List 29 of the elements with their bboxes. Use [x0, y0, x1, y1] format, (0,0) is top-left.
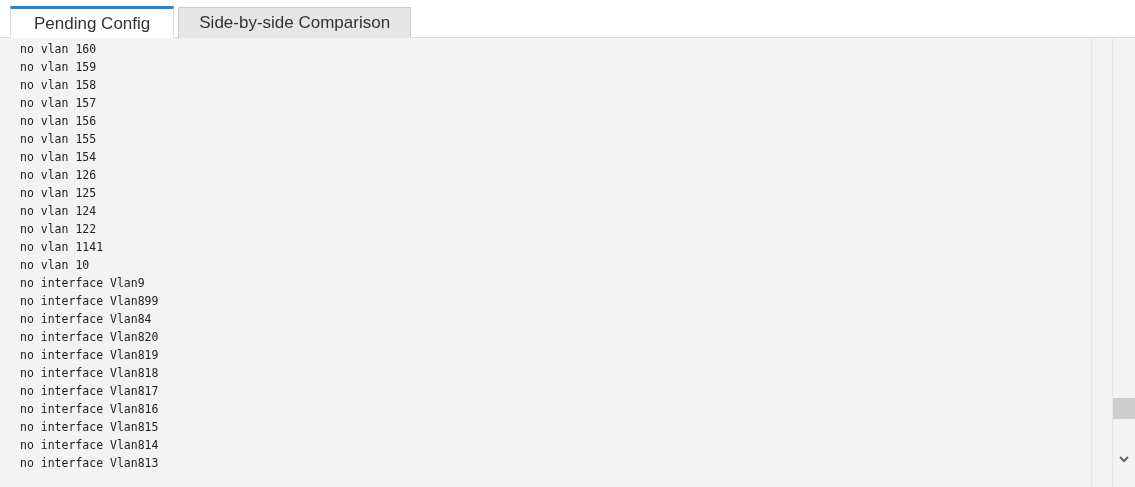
scrollbar-thumb[interactable] — [1113, 398, 1135, 419]
config-line: no vlan 10 — [20, 257, 91, 274]
config-line: no vlan 1141 — [20, 239, 105, 256]
config-line: no vlan 156 — [20, 113, 98, 130]
config-line: no vlan 160 — [20, 41, 98, 58]
scrollbar[interactable] — [1112, 38, 1135, 487]
config-line: no vlan 158 — [20, 77, 98, 94]
config-line: no interface Vlan818 — [20, 365, 160, 382]
config-line: no vlan 157 — [20, 95, 98, 112]
config-line: no vlan 126 — [20, 167, 98, 184]
tab[interactable]: Side-by-side Comparison — [178, 7, 412, 38]
config-line: no interface Vlan820 — [20, 329, 160, 346]
config-line: no interface Vlan84 — [20, 311, 153, 328]
tab[interactable]: Pending Config — [10, 6, 175, 38]
chevron-down-icon[interactable] — [1119, 456, 1129, 463]
config-line: no interface Vlan817 — [20, 383, 160, 400]
config-line: no interface Vlan899 — [20, 293, 160, 310]
config-line: no vlan 125 — [20, 185, 98, 202]
config-line: no vlan 124 — [20, 203, 98, 220]
config-line: no vlan 122 — [20, 221, 98, 238]
config-line: no interface Vlan813 — [20, 455, 160, 472]
config-line: no interface Vlan9 — [20, 275, 146, 292]
config-line: no interface Vlan815 — [20, 419, 160, 436]
config-line: no interface Vlan819 — [20, 347, 160, 364]
config-line: no vlan 154 — [20, 149, 98, 166]
config-line: no vlan 155 — [20, 131, 98, 148]
config-line: no interface Vlan816 — [20, 401, 160, 418]
config-line: no interface Vlan814 — [20, 437, 160, 454]
config-line: no vlan 159 — [20, 59, 98, 76]
